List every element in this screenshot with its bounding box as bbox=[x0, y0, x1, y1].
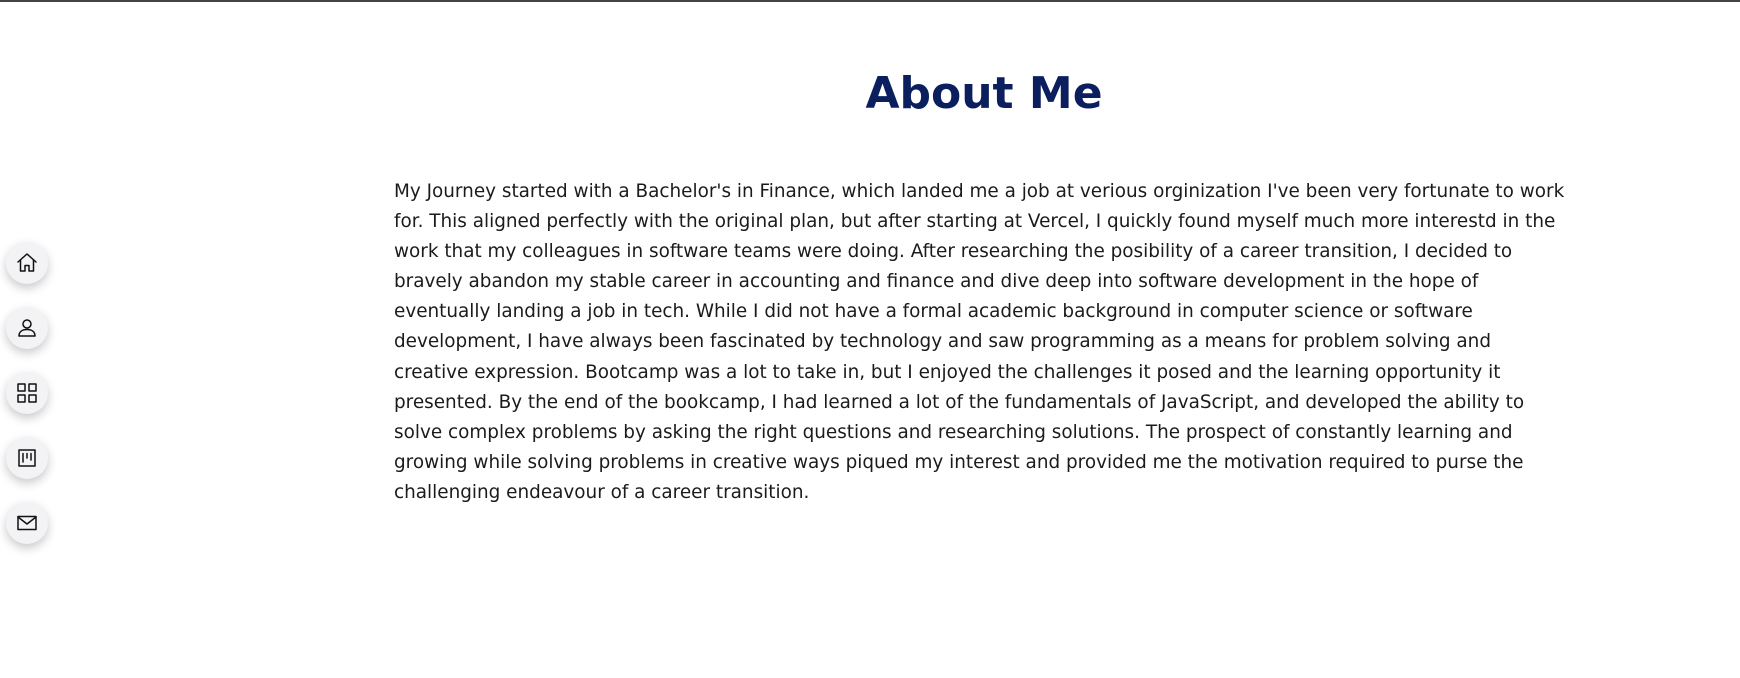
mail-icon bbox=[17, 515, 37, 531]
user-icon bbox=[18, 319, 36, 337]
nav-about-button[interactable] bbox=[6, 307, 48, 349]
page-title: About Me bbox=[865, 68, 1103, 119]
kanban-icon bbox=[18, 449, 36, 467]
nav-kanban-button[interactable] bbox=[6, 437, 48, 479]
nav-projects-button[interactable] bbox=[6, 372, 48, 414]
nav-home-button[interactable] bbox=[6, 242, 48, 284]
top-border bbox=[0, 0, 1740, 2]
nav-contact-button[interactable] bbox=[6, 502, 48, 544]
home-icon bbox=[17, 253, 37, 272]
grid-icon bbox=[17, 383, 37, 403]
about-paragraph: My Journey started with a Bachelor's in … bbox=[394, 181, 1565, 503]
